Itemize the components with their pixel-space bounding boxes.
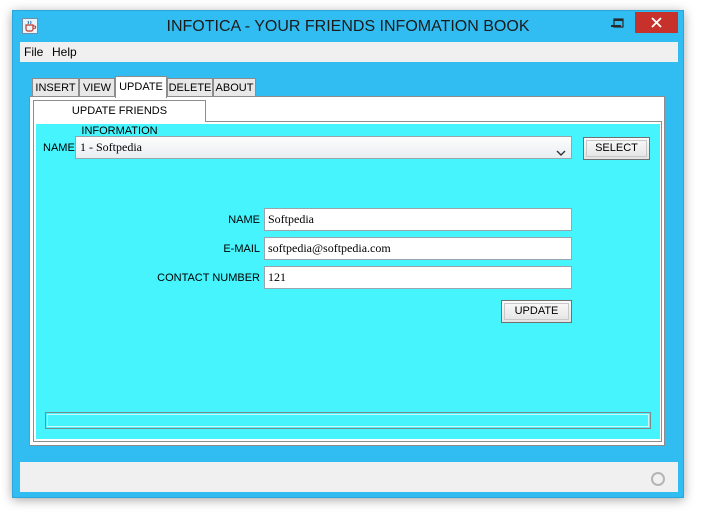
tab-delete[interactable]: DELETE: [167, 78, 213, 97]
select-button[interactable]: SELECT: [583, 137, 650, 160]
update-button[interactable]: UPDATE: [501, 300, 572, 323]
progress-bar-track: [47, 414, 649, 427]
busy-indicator-icon: [650, 471, 666, 487]
name-label: NAME: [228, 214, 260, 226]
close-icon: [651, 17, 662, 28]
contact-number-label: CONTACT NUMBER: [157, 272, 260, 284]
email-label: E-MAIL: [223, 243, 260, 255]
name-input[interactable]: Softpedia: [264, 208, 572, 231]
tab-about[interactable]: ABOUT: [213, 78, 256, 97]
contact-number-input[interactable]: 121: [264, 266, 572, 289]
select-button-label: SELECT: [595, 142, 638, 154]
email-input-value: softpedia@softpedia.com: [268, 241, 391, 255]
tab-view[interactable]: VIEW: [79, 78, 115, 97]
tab-insert[interactable]: INSERT: [32, 78, 79, 97]
status-bar: [20, 462, 678, 492]
tab-update[interactable]: UPDATE: [115, 76, 167, 98]
menu-help[interactable]: Help: [52, 42, 77, 62]
maximize-icon: [613, 18, 624, 28]
name-dropdown-value: 1 - Softpedia: [80, 140, 142, 154]
chevron-down-icon[interactable]: [556, 144, 566, 156]
select-name-label: NAME: [43, 142, 75, 154]
java-cup-icon[interactable]: [22, 18, 38, 34]
name-input-value: Softpedia: [268, 212, 314, 226]
email-input[interactable]: softpedia@softpedia.com: [264, 237, 572, 260]
title-bar[interactable]: INFOTICA - YOUR FRIENDS INFOMATION BOOK: [12, 10, 684, 43]
menu-bar: File Help: [20, 42, 678, 62]
close-button[interactable]: [635, 12, 678, 33]
tab-update-friends-information[interactable]: UPDATE FRIENDS INFORMATION: [33, 100, 206, 137]
contact-number-input-value: 121: [268, 270, 286, 284]
maximize-button[interactable]: [604, 13, 631, 35]
menu-file[interactable]: File: [24, 42, 43, 62]
window-title: INFOTICA - YOUR FRIENDS INFOMATION BOOK: [166, 18, 530, 35]
update-button-label: UPDATE: [514, 305, 559, 317]
